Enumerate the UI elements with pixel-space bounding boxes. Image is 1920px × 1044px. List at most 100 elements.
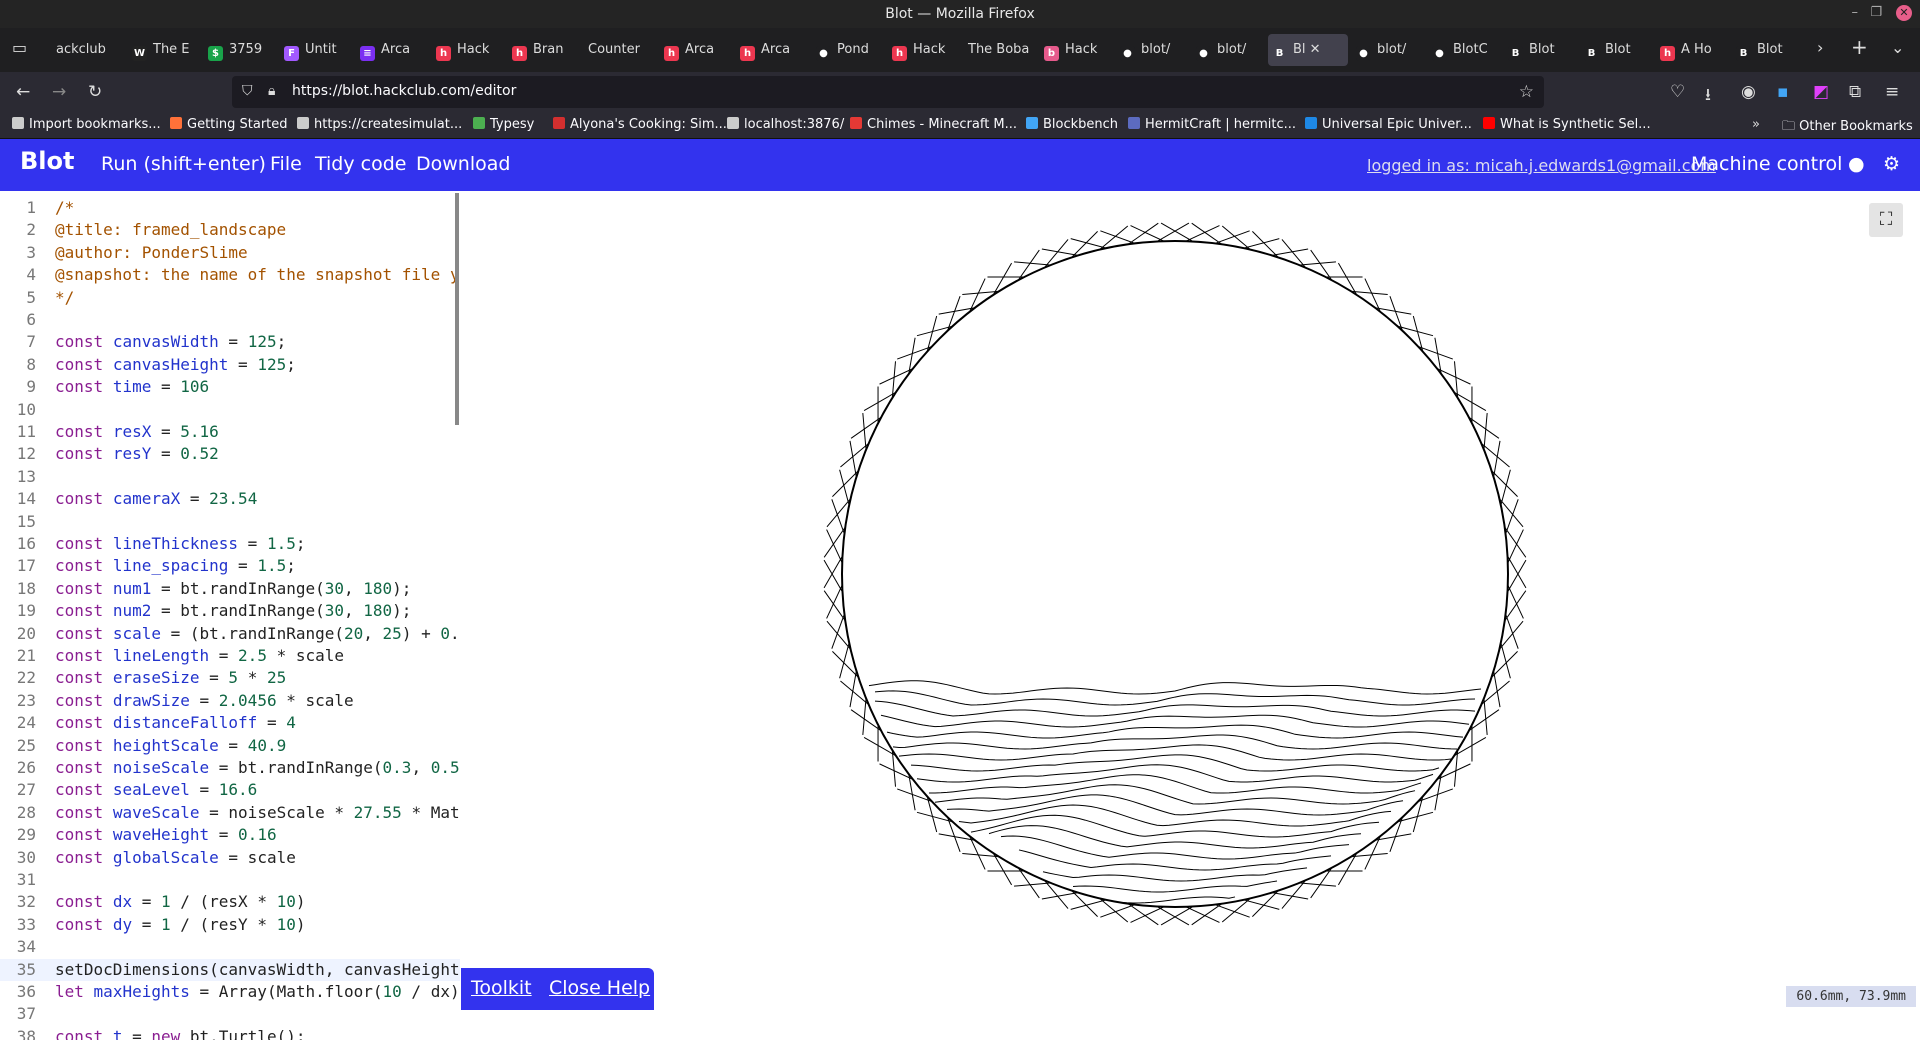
code-line[interactable]: 14 const cameraX = 23.54	[0, 488, 460, 510]
code-line[interactable]: 31	[0, 869, 460, 891]
code-line[interactable]: 24 const distanceFalloff = 4	[0, 712, 460, 734]
bookmark-8[interactable]: HermitCraft | hermitc...	[1128, 117, 1296, 132]
code-line[interactable]: 20 const scale = (bt.randInRange(20, 25) …	[0, 623, 460, 645]
tab-19[interactable]: B Blot	[1504, 34, 1574, 66]
login-status-link[interactable]: logged in as: micah.j.edwards1@gmail.com	[1367, 156, 1716, 175]
bookmarks-overflow-icon[interactable]: »	[1752, 117, 1760, 132]
code-line[interactable]: 36 let maxHeights = Array(Math.floor(10 /…	[0, 981, 460, 1003]
code-line[interactable]: 27 const seaLevel = 16.6	[0, 779, 460, 801]
code-line[interactable]: 18 const num1 = bt.randInRange(30, 180);	[0, 578, 460, 600]
tab-8[interactable]: h Arca	[660, 34, 730, 66]
code-line[interactable]: 23 const drawSize = 2.0456 * scale	[0, 690, 460, 712]
code-line[interactable]: 12 const resY = 0.52	[0, 443, 460, 465]
code-line[interactable]: 21 const lineLength = 2.5 * scale	[0, 645, 460, 667]
tab-14[interactable]: ● blot/	[1116, 34, 1186, 66]
url-text[interactable]: https://blot.hackclub.com/editor	[292, 83, 516, 99]
tab-list-icon[interactable]: ▭	[12, 38, 27, 57]
code-line[interactable]: 26 const noiseScale = bt.randInRange(0.3,…	[0, 757, 460, 779]
code-line[interactable]: 2 @title: framed_landscape	[0, 219, 460, 241]
code-line[interactable]: 34	[0, 936, 460, 958]
scroll-tabs-right-icon[interactable]: ›	[1817, 38, 1823, 57]
code-line[interactable]: 9 const time = 106	[0, 376, 460, 398]
tab-2[interactable]: $3759	[204, 34, 274, 66]
bookmark-7[interactable]: Blockbench	[1026, 117, 1118, 132]
code-editor[interactable]: 1 /* 2 @title: framed_landscape 3 @author: Po…	[0, 191, 460, 1040]
code-line[interactable]: 6	[0, 309, 460, 331]
minimize-icon[interactable]: –	[1852, 5, 1859, 20]
code-line[interactable]: 4 @snapshot: the name of the snapshot fil…	[0, 264, 460, 286]
url-bar[interactable]: ⛉ 🔒︎ https://blot.hackclub.com/editor ☆	[232, 76, 1544, 108]
tab-22[interactable]: B Blot	[1732, 34, 1802, 66]
tab-overflow-icon[interactable]: ⌄	[1891, 38, 1904, 57]
run-button[interactable]: Run (shift+enter)	[101, 153, 266, 175]
tab-16[interactable]: B Bl ✕	[1268, 34, 1348, 66]
tab-12[interactable]: The Boba	[964, 34, 1034, 66]
tab-11[interactable]: h Hack	[888, 34, 958, 66]
menu-hamburger-icon[interactable]: ≡	[1885, 82, 1899, 102]
forward-icon[interactable]: →	[52, 82, 66, 102]
code-line[interactable]: 13	[0, 466, 460, 488]
code-line[interactable]: 7 const canvasWidth = 125;	[0, 331, 460, 353]
extensions-puzzle-icon[interactable]: ⧉	[1849, 82, 1861, 102]
tab-3[interactable]: F Untit	[280, 34, 350, 66]
maximize-icon[interactable]: ❐	[1870, 5, 1882, 20]
file-menu[interactable]: File	[270, 153, 302, 175]
tab-6[interactable]: h Bran	[508, 34, 578, 66]
tab-0[interactable]: ackclub	[52, 34, 122, 66]
settings-gear-icon[interactable]: ⚙	[1883, 153, 1900, 175]
code-line[interactable]: 22 const eraseSize = 5 * 25	[0, 667, 460, 689]
preview-canvas[interactable]: ⛶ 60.6mm, 73.9mm	[461, 191, 1920, 1040]
bookmark-2[interactable]: https://createsimulat...	[297, 117, 462, 132]
tab-1[interactable]: W The E	[128, 34, 198, 66]
extension-badge-icon[interactable]: ▪	[1777, 82, 1789, 102]
code-line[interactable]: 38 const t = new bt.Turtle();	[0, 1026, 460, 1040]
lock-icon[interactable]: 🔒︎	[268, 83, 275, 99]
tab-4[interactable]: ≡ Arca	[356, 34, 426, 66]
bookmark-10[interactable]: What is Synthetic Sel...	[1483, 117, 1651, 132]
code-line[interactable]: 5 */	[0, 287, 460, 309]
code-line[interactable]: 15	[0, 511, 460, 533]
editor-scrollbar[interactable]	[455, 193, 459, 425]
code-line[interactable]: 19 const num2 = bt.randInRange(30, 180);	[0, 600, 460, 622]
downloads-icon[interactable]: ⭳	[1705, 82, 1711, 111]
tidy-code-button[interactable]: Tidy code	[315, 153, 406, 175]
code-line[interactable]: 35 setDocDimensions(canvasWidth, canvasHe…	[0, 958, 460, 981]
bookmark-6[interactable]: Chimes - Minecraft M...	[850, 117, 1017, 132]
pocket-icon[interactable]: ♡	[1670, 82, 1685, 102]
bookmark-4[interactable]: Alyona's Cooking: Sim...	[553, 117, 727, 132]
tab-18[interactable]: ● BlotC	[1428, 34, 1498, 66]
window-close-icon[interactable]: ✕	[1896, 5, 1912, 21]
fit-view-icon[interactable]: ⛶	[1869, 203, 1903, 237]
code-line[interactable]: 16 const lineThickness = 1.5;	[0, 533, 460, 555]
code-line[interactable]: 28 const waveScale = noiseScale * 27.55 *…	[0, 802, 460, 824]
extension-icon[interactable]: ◩	[1813, 82, 1829, 102]
reload-icon[interactable]: ↻	[88, 82, 102, 102]
blot-logo[interactable]: Blot	[20, 147, 74, 175]
tab-15[interactable]: ● blot/	[1192, 34, 1262, 66]
machine-control-button[interactable]: Machine control	[1691, 153, 1842, 175]
account-icon[interactable]: ◉	[1741, 82, 1756, 102]
code-line[interactable]: 29 const waveHeight = 0.16	[0, 824, 460, 846]
code-line[interactable]: 25 const heightScale = 40.9	[0, 735, 460, 757]
shield-icon[interactable]: ⛉	[242, 83, 253, 99]
download-button[interactable]: Download	[416, 153, 510, 175]
code-line[interactable]: 1 /*	[0, 197, 460, 219]
code-line[interactable]: 8 const canvasHeight = 125;	[0, 354, 460, 376]
tab-10[interactable]: ● Pond	[812, 34, 882, 66]
tab-7[interactable]: Counter	[584, 34, 654, 66]
bookmark-3[interactable]: Typesy	[473, 117, 534, 132]
new-tab-icon[interactable]: +	[1851, 35, 1868, 59]
tab-5[interactable]: h Hack	[432, 34, 502, 66]
other-bookmarks[interactable]: 🗀︎ Other Bookmarks	[1782, 117, 1913, 139]
close-tab-icon[interactable]: ✕	[1306, 42, 1321, 57]
code-line[interactable]: 17 const line_spacing = 1.5;	[0, 555, 460, 577]
bookmark-1[interactable]: Getting Started	[170, 117, 288, 132]
toolkit-link[interactable]: Toolkit	[471, 977, 532, 999]
code-line[interactable]: 30 const globalScale = scale	[0, 847, 460, 869]
tab-20[interactable]: B Blot	[1580, 34, 1650, 66]
tab-17[interactable]: ● blot/	[1352, 34, 1422, 66]
tab-21[interactable]: h A Ho	[1656, 34, 1726, 66]
code-line[interactable]: 11 const resX = 5.16	[0, 421, 460, 443]
tab-9[interactable]: h Arca	[736, 34, 806, 66]
close-help-link[interactable]: Close Help	[549, 977, 650, 999]
